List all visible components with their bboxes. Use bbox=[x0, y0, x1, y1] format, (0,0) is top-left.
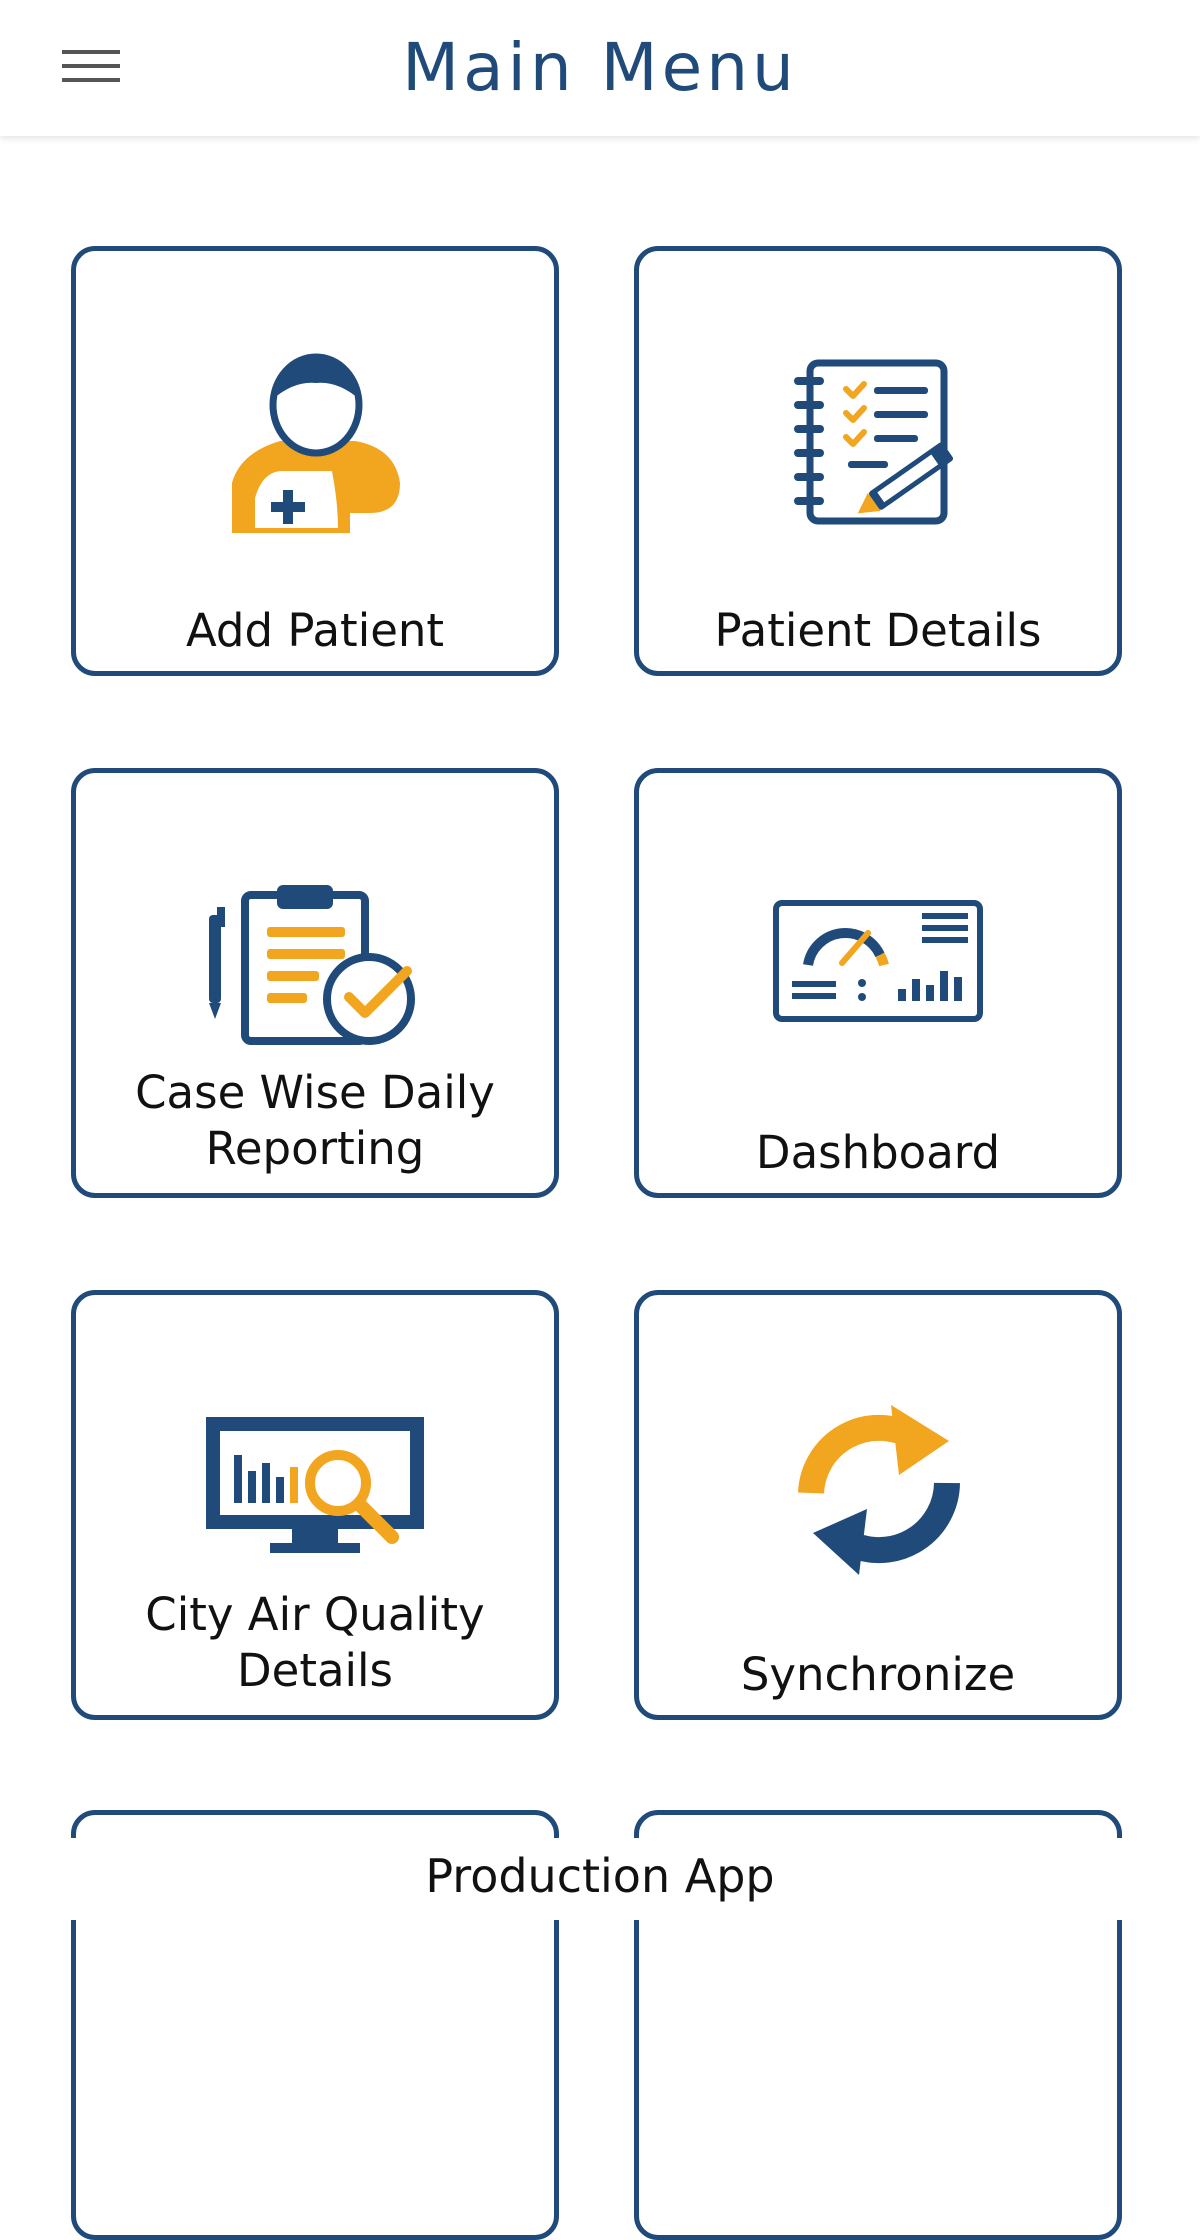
case-wise-daily-reporting-tile[interactable]: Case Wise Daily Reporting bbox=[71, 768, 559, 1198]
app-bar: Main Menu bbox=[0, 0, 1200, 136]
patient-details-tile[interactable]: Patient Details bbox=[634, 246, 1122, 676]
page-title: Main Menu bbox=[402, 29, 798, 106]
city-air-quality-details-tile[interactable]: City Air Quality Details bbox=[71, 1290, 559, 1720]
city-air-quality-details-label: City Air Quality Details bbox=[145, 1588, 485, 1697]
clipboard-clock-icon bbox=[209, 885, 415, 1045]
footer-label: Production App bbox=[425, 1849, 775, 1903]
synchronize-label: Synchronize bbox=[740, 1648, 1016, 1701]
monitor-analytics-icon bbox=[206, 1417, 424, 1553]
case-wise-daily-reporting-label: Case Wise Daily Reporting bbox=[135, 1066, 495, 1175]
add-patient-tile[interactable]: Add Patient bbox=[71, 246, 559, 676]
notebook-checklist-icon bbox=[794, 359, 954, 525]
patient-details-label: Patient Details bbox=[714, 604, 1042, 657]
dashboard-gauge-icon bbox=[773, 900, 983, 1022]
dashboard-label: Dashboard bbox=[755, 1126, 1001, 1179]
sync-arrows-icon bbox=[798, 1405, 960, 1575]
dashboard-tile[interactable]: Dashboard bbox=[634, 768, 1122, 1198]
synchronize-tile[interactable]: Synchronize bbox=[634, 1290, 1122, 1720]
add-patient-icon bbox=[232, 353, 400, 533]
add-patient-label: Add Patient bbox=[185, 604, 445, 657]
